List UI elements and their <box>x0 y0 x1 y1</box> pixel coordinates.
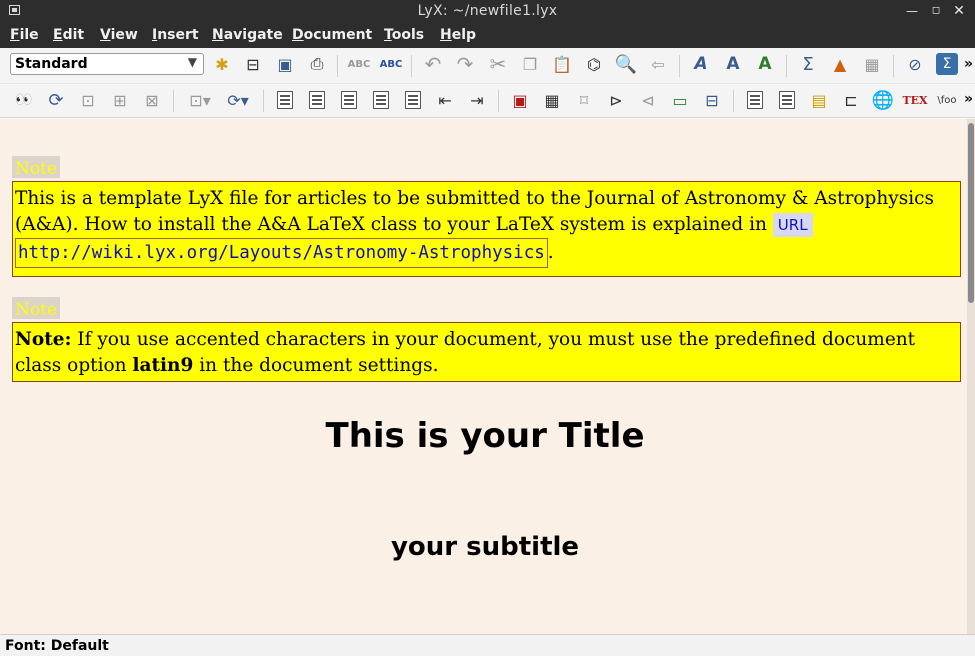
insert-box-icon[interactable]: ⊏ <box>840 89 862 111</box>
paragraph-style-select[interactable]: Standard ▼ <box>10 53 204 75</box>
view-format-dropdown-icon[interactable]: ⊡▾ <box>184 89 216 111</box>
secondary-toolbar: 👀 ⟳ ⊡ ⊞ ⊠ ⊡▾ ⟳▾ ⇤ ⇥ ▣ ▦ ⌑ ⊳ ⊲ ▭ ⊟ ▤ ⊏ 🌐 … <box>0 84 975 118</box>
url-inset-label[interactable]: URL <box>772 213 813 237</box>
menu-edit[interactable]: Edit <box>53 27 84 43</box>
emphasis-icon[interactable]: A <box>690 53 712 75</box>
update-other-icon[interactable]: ⊞ <box>109 89 131 111</box>
spellcheck-icon[interactable]: ABC <box>348 53 371 75</box>
navigate-icon[interactable]: ⊘ <box>904 53 926 75</box>
menu-view[interactable]: View <box>100 27 138 43</box>
update-icon[interactable]: ⟳ <box>45 89 67 111</box>
new-document-icon[interactable]: ✱ <box>211 53 233 75</box>
find-replace-icon[interactable]: ⌬ <box>583 53 605 75</box>
search-icon[interactable]: 🔍 <box>615 53 637 75</box>
paste-icon[interactable]: 📋 <box>551 53 573 75</box>
list-icon[interactable] <box>402 89 424 111</box>
menu-insert[interactable]: Insert <box>152 27 199 43</box>
insert-note-icon[interactable]: ▤ <box>808 89 830 111</box>
status-bar: Font: Default <box>0 634 975 656</box>
menu-help[interactable]: Help <box>440 27 476 43</box>
note-text-end: . <box>547 242 554 263</box>
toolbar2-overflow-icon[interactable]: » <box>964 91 973 107</box>
save-icon[interactable]: ▣ <box>274 53 296 75</box>
math-panel-icon[interactable]: Σ <box>936 53 958 75</box>
window-title: LyX: ~/newfile1.lyx <box>417 3 558 19</box>
description-icon[interactable] <box>370 89 392 111</box>
insert-macro-icon[interactable]: \foo <box>936 89 958 111</box>
update-format-dropdown-icon[interactable]: ⟳▾ <box>222 89 254 111</box>
note-inset[interactable]: This is a template LyX file for articles… <box>12 181 961 277</box>
open-document-icon[interactable]: ⊟ <box>242 53 264 75</box>
vertical-scrollbar[interactable] <box>967 119 975 634</box>
insert-nomenclature-icon[interactable]: ⊟ <box>701 89 723 111</box>
document-workarea[interactable]: Note This is a template LyX file for art… <box>0 119 975 634</box>
status-text: Font: Default <box>5 638 109 654</box>
toolbar-overflow-icon[interactable]: » <box>964 56 973 72</box>
math-icon[interactable]: Σ <box>797 53 819 75</box>
print-icon[interactable]: ⎙ <box>306 53 328 75</box>
font-settings-icon[interactable]: A <box>754 53 776 75</box>
decrease-depth-icon[interactable]: ⇤ <box>434 89 456 111</box>
menu-navigate[interactable]: Navigate <box>212 27 283 43</box>
scrollbar-thumb[interactable] <box>968 123 974 303</box>
menu-tools[interactable]: Tools <box>384 27 424 43</box>
document-title[interactable]: This is your Title <box>0 416 970 456</box>
undo-icon[interactable]: ↶ <box>422 52 444 76</box>
continuous-spellcheck-icon[interactable]: ABC <box>380 53 403 75</box>
text-style-icon[interactable]: A <box>722 53 744 75</box>
insert-tex-code-icon[interactable]: TEX <box>902 89 927 111</box>
chevron-down-icon: ▼ <box>187 55 197 69</box>
insert-cross-reference-icon[interactable]: ⊳ <box>605 89 627 111</box>
increase-depth-icon[interactable]: ⇥ <box>466 89 488 111</box>
url-inset[interactable]: http://wiki.lyx.org/Layouts/Astronomy-As… <box>15 238 548 268</box>
menu-file[interactable]: File <box>10 27 39 43</box>
main-toolbar: Standard ▼ ✱ ⊟ ▣ ⎙ ABC ABC ↶ ↷ ✂ ❐ 📋 ⌬ 🔍… <box>0 48 975 84</box>
note-inset[interactable]: Note: If you use accented characters in … <box>12 322 961 382</box>
note-label[interactable]: Note <box>12 156 61 179</box>
insert-table-float-icon[interactable]: ▦ <box>541 89 563 111</box>
insert-margin-note-icon[interactable] <box>776 89 798 111</box>
align-left-icon[interactable] <box>274 89 296 111</box>
minimize-icon[interactable]: — <box>905 4 919 18</box>
itemize-icon[interactable] <box>338 89 360 111</box>
redo-icon[interactable]: ↷ <box>454 52 476 76</box>
note-label[interactable]: Note <box>12 297 61 320</box>
insert-label-icon[interactable]: ⌑ <box>573 89 595 111</box>
insert-hyperlink-icon[interactable]: 🌐 <box>872 89 894 111</box>
title-bar: LyX: ~/newfile1.lyx — ◻ ✕ <box>0 0 975 22</box>
insert-table-icon[interactable]: ▦ <box>861 53 883 75</box>
menu-document[interactable]: Document <box>292 27 372 43</box>
insert-figure-float-icon[interactable]: ▣ <box>509 89 531 111</box>
insert-footnote-icon[interactable] <box>744 89 766 111</box>
note-bold-option: latin9 <box>132 355 194 376</box>
menu-bar: File Edit View Insert Navigate Document … <box>0 22 975 48</box>
close-icon[interactable]: ✕ <box>952 4 966 18</box>
enumerate-icon[interactable] <box>306 89 328 111</box>
insert-graphics-icon[interactable]: ▲ <box>829 53 851 75</box>
maximize-icon[interactable]: ◻ <box>929 4 943 18</box>
cut-icon[interactable]: ✂ <box>487 52 509 76</box>
back-icon[interactable]: ⇦ <box>647 53 669 75</box>
paragraph-style-value: Standard <box>15 56 88 72</box>
view-source-icon[interactable]: ⊠ <box>141 89 163 111</box>
note-text-end: in the document settings. <box>193 355 439 376</box>
note-bold-lead: Note: <box>15 329 72 350</box>
insert-citation-icon[interactable]: ⊲ <box>637 89 659 111</box>
copy-icon[interactable]: ❐ <box>519 53 541 75</box>
view-icon[interactable]: 👀 <box>13 89 35 111</box>
document-subtitle[interactable]: your subtitle <box>0 532 970 562</box>
insert-index-icon[interactable]: ▭ <box>669 89 691 111</box>
view-other-icon[interactable]: ⊡ <box>77 89 99 111</box>
